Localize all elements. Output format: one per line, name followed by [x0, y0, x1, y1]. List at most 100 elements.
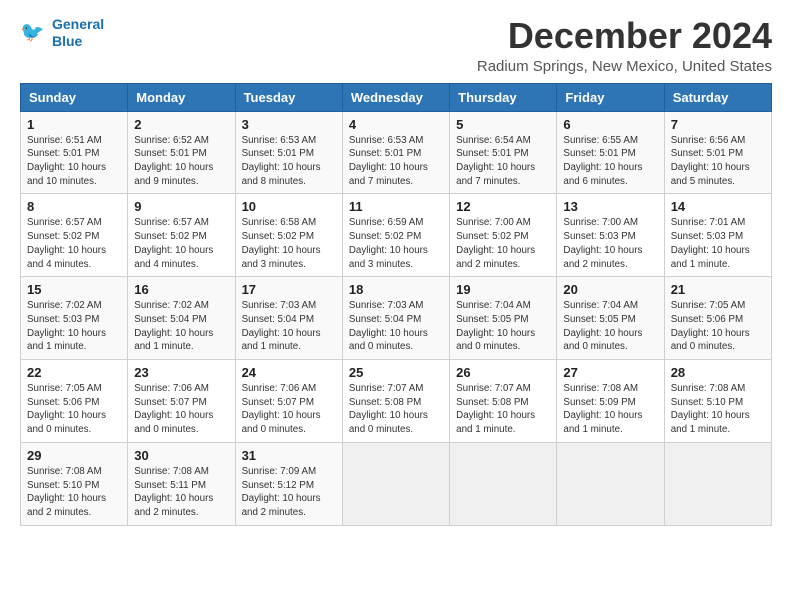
- day-info: Sunrise: 7:05 AM Sunset: 5:06 PM Dayligh…: [27, 382, 121, 437]
- day-number: 18: [349, 282, 443, 297]
- day-number: 21: [671, 282, 765, 297]
- day-number: 2: [134, 117, 228, 132]
- day-number: 8: [27, 199, 121, 214]
- day-number: 17: [242, 282, 336, 297]
- column-header-tuesday: Tuesday: [235, 83, 342, 111]
- day-info: Sunrise: 7:00 AM Sunset: 5:02 PM Dayligh…: [456, 216, 550, 271]
- day-info: Sunrise: 7:06 AM Sunset: 5:07 PM Dayligh…: [134, 382, 228, 437]
- calendar-cell: 14 Sunrise: 7:01 AM Sunset: 5:03 PM Dayli…: [664, 194, 771, 277]
- page-subtitle: Radium Springs, New Mexico, United State…: [477, 58, 772, 75]
- calendar-header: SundayMondayTuesdayWednesdayThursdayFrid…: [21, 83, 772, 111]
- calendar-cell: [342, 442, 449, 525]
- calendar-cell: 19 Sunrise: 7:04 AM Sunset: 5:05 PM Dayli…: [450, 277, 557, 360]
- day-info: Sunrise: 7:00 AM Sunset: 5:03 PM Dayligh…: [563, 216, 657, 271]
- day-number: 11: [349, 199, 443, 214]
- day-info: Sunrise: 7:04 AM Sunset: 5:05 PM Dayligh…: [563, 299, 657, 354]
- calendar-week-1: 1 Sunrise: 6:51 AM Sunset: 5:01 PM Daylig…: [21, 111, 772, 194]
- calendar-cell: [450, 442, 557, 525]
- title-block: December 2024 Radium Springs, New Mexico…: [477, 16, 772, 75]
- calendar-cell: 21 Sunrise: 7:05 AM Sunset: 5:06 PM Dayli…: [664, 277, 771, 360]
- calendar-week-5: 29Sunrise: 7:08 AM Sunset: 5:10 PM Dayli…: [21, 442, 772, 525]
- day-number: 23: [134, 365, 228, 380]
- calendar-cell: 24 Sunrise: 7:06 AM Sunset: 5:07 PM Dayli…: [235, 360, 342, 443]
- calendar-cell: 27 Sunrise: 7:08 AM Sunset: 5:09 PM Dayli…: [557, 360, 664, 443]
- day-info: Sunrise: 6:58 AM Sunset: 5:02 PM Dayligh…: [242, 216, 336, 271]
- calendar-cell: 31 Sunrise: 7:09 AM Sunset: 5:12 PM Dayli…: [235, 442, 342, 525]
- logo-icon: 🐦: [20, 19, 48, 47]
- calendar-cell: 8 Sunrise: 6:57 AM Sunset: 5:02 PM Daylig…: [21, 194, 128, 277]
- calendar-cell: [557, 442, 664, 525]
- logo-blue: Blue: [52, 33, 104, 50]
- column-header-friday: Friday: [557, 83, 664, 111]
- calendar-cell: 17Sunrise: 7:03 AM Sunset: 5:04 PM Dayli…: [235, 277, 342, 360]
- column-header-saturday: Saturday: [664, 83, 771, 111]
- day-info: Sunrise: 7:07 AM Sunset: 5:08 PM Dayligh…: [349, 382, 443, 437]
- day-info: Sunrise: 7:09 AM Sunset: 5:12 PM Dayligh…: [242, 465, 336, 520]
- day-number: 7: [671, 117, 765, 132]
- day-number: 9: [134, 199, 228, 214]
- calendar-cell: 7 Sunrise: 6:56 AM Sunset: 5:01 PM Daylig…: [664, 111, 771, 194]
- calendar-week-3: 15Sunrise: 7:02 AM Sunset: 5:03 PM Dayli…: [21, 277, 772, 360]
- day-number: 12: [456, 199, 550, 214]
- calendar-cell: 13Sunrise: 7:00 AM Sunset: 5:03 PM Dayli…: [557, 194, 664, 277]
- logo-text: General Blue: [52, 16, 104, 50]
- day-info: Sunrise: 7:08 AM Sunset: 5:11 PM Dayligh…: [134, 465, 228, 520]
- day-number: 19: [456, 282, 550, 297]
- day-number: 10: [242, 199, 336, 214]
- day-number: 20: [563, 282, 657, 297]
- calendar-cell: 3Sunrise: 6:53 AM Sunset: 5:01 PM Daylig…: [235, 111, 342, 194]
- day-info: Sunrise: 7:08 AM Sunset: 5:10 PM Dayligh…: [671, 382, 765, 437]
- calendar-cell: 22Sunrise: 7:05 AM Sunset: 5:06 PM Dayli…: [21, 360, 128, 443]
- day-info: Sunrise: 7:02 AM Sunset: 5:03 PM Dayligh…: [27, 299, 121, 354]
- calendar-cell: 20 Sunrise: 7:04 AM Sunset: 5:05 PM Dayli…: [557, 277, 664, 360]
- day-number: 25: [349, 365, 443, 380]
- day-info: Sunrise: 7:06 AM Sunset: 5:07 PM Dayligh…: [242, 382, 336, 437]
- calendar-cell: 30Sunrise: 7:08 AM Sunset: 5:11 PM Dayli…: [128, 442, 235, 525]
- day-info: Sunrise: 7:04 AM Sunset: 5:05 PM Dayligh…: [456, 299, 550, 354]
- day-info: Sunrise: 7:05 AM Sunset: 5:06 PM Dayligh…: [671, 299, 765, 354]
- day-info: Sunrise: 6:57 AM Sunset: 5:02 PM Dayligh…: [134, 216, 228, 271]
- calendar-cell: 15Sunrise: 7:02 AM Sunset: 5:03 PM Dayli…: [21, 277, 128, 360]
- day-number: 14: [671, 199, 765, 214]
- day-number: 29: [27, 448, 121, 463]
- day-number: 5: [456, 117, 550, 132]
- day-number: 4: [349, 117, 443, 132]
- calendar-cell: 23 Sunrise: 7:06 AM Sunset: 5:07 PM Dayli…: [128, 360, 235, 443]
- calendar-cell: 2Sunrise: 6:52 AM Sunset: 5:01 PM Daylig…: [128, 111, 235, 194]
- day-number: 6: [563, 117, 657, 132]
- day-info: Sunrise: 6:51 AM Sunset: 5:01 PM Dayligh…: [27, 134, 121, 189]
- day-number: 27: [563, 365, 657, 380]
- svg-text:🐦: 🐦: [20, 21, 44, 43]
- calendar-week-2: 8 Sunrise: 6:57 AM Sunset: 5:02 PM Daylig…: [21, 194, 772, 277]
- day-info: Sunrise: 6:56 AM Sunset: 5:01 PM Dayligh…: [671, 134, 765, 189]
- day-number: 26: [456, 365, 550, 380]
- day-info: Sunrise: 6:57 AM Sunset: 5:02 PM Dayligh…: [27, 216, 121, 271]
- day-number: 31: [242, 448, 336, 463]
- calendar-cell: 18Sunrise: 7:03 AM Sunset: 5:04 PM Dayli…: [342, 277, 449, 360]
- column-header-sunday: Sunday: [21, 83, 128, 111]
- calendar-cell: 5Sunrise: 6:54 AM Sunset: 5:01 PM Daylig…: [450, 111, 557, 194]
- calendar-cell: 10 Sunrise: 6:58 AM Sunset: 5:02 PM Dayli…: [235, 194, 342, 277]
- logo: 🐦 General Blue: [20, 16, 104, 50]
- day-number: 1: [27, 117, 121, 132]
- calendar-cell: 1 Sunrise: 6:51 AM Sunset: 5:01 PM Daylig…: [21, 111, 128, 194]
- calendar-cell: 25 Sunrise: 7:07 AM Sunset: 5:08 PM Dayli…: [342, 360, 449, 443]
- day-number: 16: [134, 282, 228, 297]
- day-info: Sunrise: 7:01 AM Sunset: 5:03 PM Dayligh…: [671, 216, 765, 271]
- day-info: Sunrise: 6:53 AM Sunset: 5:01 PM Dayligh…: [349, 134, 443, 189]
- calendar-cell: 11Sunrise: 6:59 AM Sunset: 5:02 PM Dayli…: [342, 194, 449, 277]
- calendar-cell: [664, 442, 771, 525]
- day-info: Sunrise: 7:08 AM Sunset: 5:09 PM Dayligh…: [563, 382, 657, 437]
- day-number: 24: [242, 365, 336, 380]
- day-info: Sunrise: 7:07 AM Sunset: 5:08 PM Dayligh…: [456, 382, 550, 437]
- calendar-cell: 26 Sunrise: 7:07 AM Sunset: 5:08 PM Dayli…: [450, 360, 557, 443]
- page-header: 🐦 General Blue December 2024 Radium Spri…: [20, 16, 772, 75]
- column-header-monday: Monday: [128, 83, 235, 111]
- calendar-cell: 29Sunrise: 7:08 AM Sunset: 5:10 PM Dayli…: [21, 442, 128, 525]
- day-info: Sunrise: 6:55 AM Sunset: 5:01 PM Dayligh…: [563, 134, 657, 189]
- day-number: 3: [242, 117, 336, 132]
- calendar-table: SundayMondayTuesdayWednesdayThursdayFrid…: [20, 83, 772, 526]
- calendar-cell: 6 Sunrise: 6:55 AM Sunset: 5:01 PM Daylig…: [557, 111, 664, 194]
- day-number: 28: [671, 365, 765, 380]
- logo-general: General: [52, 16, 104, 32]
